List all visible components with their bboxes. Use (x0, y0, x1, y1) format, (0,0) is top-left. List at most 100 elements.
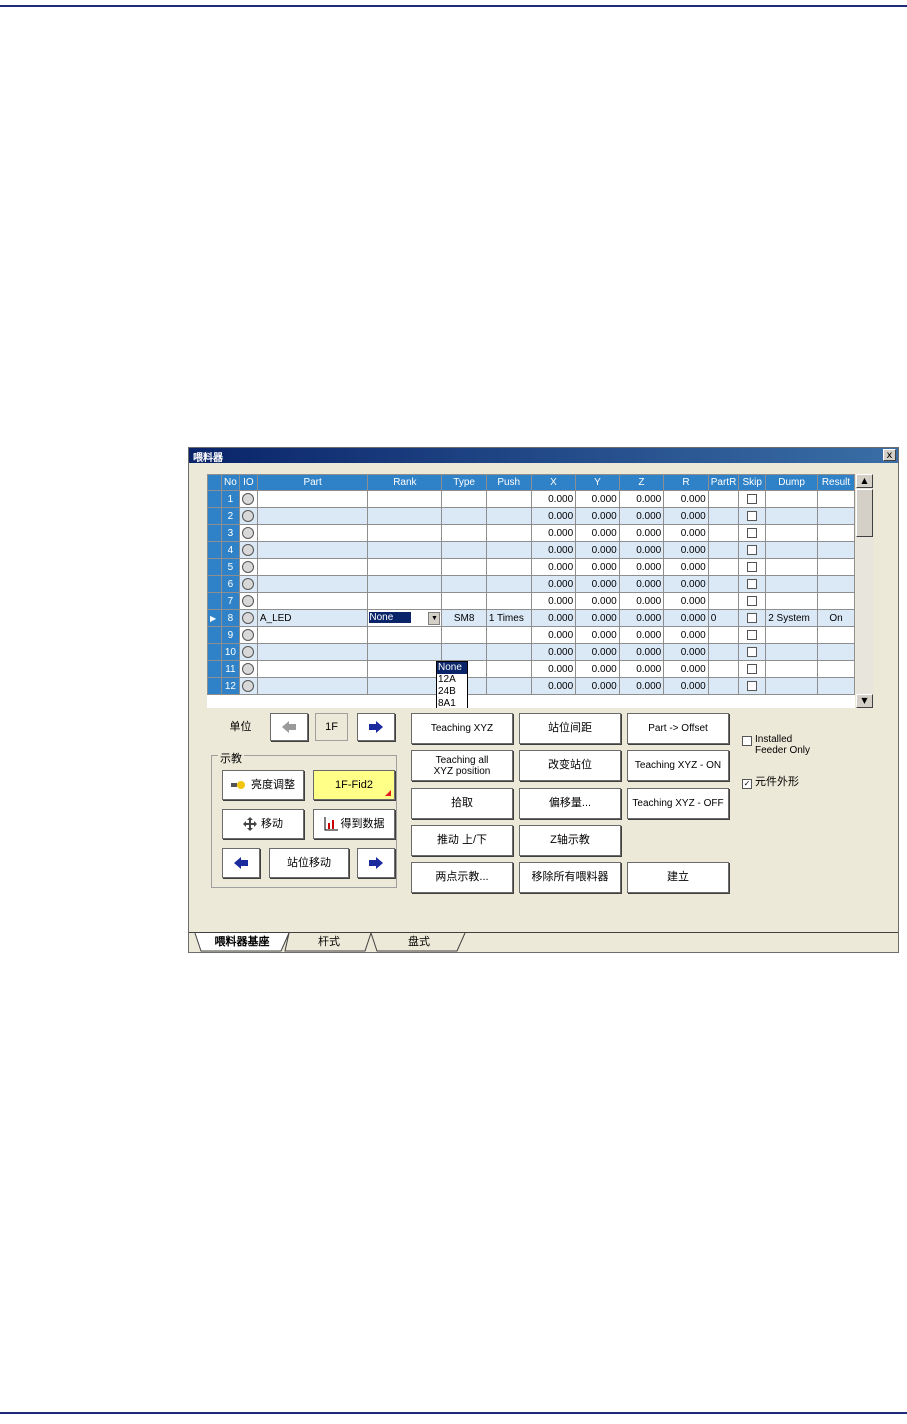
result-cell[interactable] (817, 660, 855, 678)
z-cell[interactable]: 0.000 (618, 626, 665, 644)
skip-cell[interactable] (738, 507, 767, 525)
dump-cell[interactable] (765, 507, 819, 525)
result-cell[interactable] (817, 490, 855, 508)
skip-cell[interactable] (738, 609, 767, 627)
partr-cell[interactable] (707, 541, 740, 559)
partr-cell[interactable] (707, 507, 740, 525)
rank-cell[interactable] (367, 490, 443, 508)
z-cell[interactable]: 0.000 (618, 541, 665, 559)
result-cell[interactable] (817, 643, 855, 661)
push-updown-button[interactable]: 推动 上/下 (411, 825, 513, 856)
skip-checkbox[interactable] (747, 680, 758, 691)
part-cell[interactable] (256, 677, 369, 695)
partr-cell[interactable] (707, 490, 740, 508)
skip-cell[interactable] (738, 660, 767, 678)
skip-checkbox[interactable] (747, 578, 758, 589)
column-header[interactable]: R (663, 474, 709, 491)
part-cell[interactable]: A_LED (256, 609, 369, 627)
column-header[interactable]: Part (256, 474, 369, 491)
station-move-button[interactable]: 站位移动 (269, 848, 349, 878)
skip-checkbox[interactable] (747, 493, 758, 504)
push-cell[interactable] (485, 541, 532, 559)
skip-checkbox[interactable] (747, 646, 758, 657)
push-cell[interactable] (485, 592, 532, 610)
rank-cell[interactable] (367, 643, 443, 661)
tab-stick[interactable]: 杆式 (289, 933, 369, 952)
partr-cell[interactable]: 0 (707, 609, 740, 627)
rank-cell[interactable] (367, 575, 443, 593)
table-row[interactable]: 6 0.000 0.000 0.000 0.000 (207, 575, 855, 593)
r-cell[interactable]: 0.000 (663, 643, 709, 661)
column-header[interactable]: Type (441, 474, 487, 491)
column-header[interactable]: Y (575, 474, 620, 491)
partr-cell[interactable] (707, 592, 740, 610)
rank-option[interactable]: None (437, 662, 467, 674)
r-cell[interactable]: 0.000 (663, 524, 709, 542)
z-cell[interactable]: 0.000 (618, 524, 665, 542)
row-selector[interactable] (207, 660, 222, 678)
type-cell[interactable]: SM8 (441, 609, 487, 627)
rank-cell[interactable] (367, 558, 443, 576)
y-cell[interactable]: 0.000 (575, 507, 620, 525)
x-cell[interactable]: 0.000 (530, 626, 577, 644)
y-cell[interactable]: 0.000 (575, 524, 620, 542)
next-floor-button[interactable] (357, 713, 395, 741)
x-cell[interactable]: 0.000 (530, 575, 577, 593)
part-offset-button[interactable]: Part -> Offset (627, 713, 729, 744)
table-row[interactable]: 12 0.000 0.000 0.000 0.000 (207, 677, 855, 695)
type-cell[interactable] (441, 524, 487, 542)
z-cell[interactable]: 0.000 (618, 592, 665, 610)
table-row[interactable]: 2 0.000 0.000 0.000 0.000 (207, 507, 855, 525)
dump-cell[interactable] (765, 626, 819, 644)
x-cell[interactable]: 0.000 (530, 507, 577, 525)
table-row[interactable]: 11 0.000 0.000 0.000 0.000 (207, 660, 855, 678)
skip-cell[interactable] (738, 677, 767, 695)
rank-cell[interactable] (367, 626, 443, 644)
column-header[interactable]: IO (238, 474, 258, 491)
column-header[interactable]: Z (618, 474, 665, 491)
row-selector[interactable] (207, 575, 222, 593)
part-cell[interactable] (256, 558, 369, 576)
push-cell[interactable] (485, 558, 532, 576)
part-cell[interactable] (256, 524, 369, 542)
x-cell[interactable]: 0.000 (530, 609, 577, 627)
x-cell[interactable]: 0.000 (530, 541, 577, 559)
skip-cell[interactable] (738, 490, 767, 508)
result-cell[interactable] (817, 541, 855, 559)
create-button[interactable]: 建立 (627, 862, 729, 893)
row-selector[interactable] (207, 490, 222, 508)
r-cell[interactable]: 0.000 (663, 592, 709, 610)
skip-cell[interactable] (738, 626, 767, 644)
z-cell[interactable]: 0.000 (618, 507, 665, 525)
result-cell[interactable] (817, 677, 855, 695)
push-cell[interactable] (485, 677, 532, 695)
r-cell[interactable]: 0.000 (663, 575, 709, 593)
rank-option[interactable]: 8A1 (437, 698, 467, 708)
prev-floor-button[interactable] (270, 713, 308, 741)
remove-all-feeders-button[interactable]: 移除所有喂料器 (519, 862, 621, 893)
get-data-button[interactable]: 得到数据 (313, 809, 395, 839)
row-selector[interactable] (207, 558, 222, 576)
teaching-on-button[interactable]: Teaching XYZ - ON (627, 750, 729, 781)
y-cell[interactable]: 0.000 (575, 592, 620, 610)
skip-checkbox[interactable] (747, 629, 758, 640)
push-cell[interactable] (485, 660, 532, 678)
result-cell[interactable] (817, 524, 855, 542)
two-point-teach-button[interactable]: 两点示教... (411, 862, 513, 893)
skip-cell[interactable] (738, 541, 767, 559)
checkbox-box[interactable]: ✓ (742, 779, 752, 789)
push-cell[interactable] (485, 524, 532, 542)
part-cell[interactable] (256, 541, 369, 559)
rank-dropdown-list[interactable]: None 12A 24B 8A1 (436, 661, 468, 708)
dump-cell[interactable] (765, 592, 819, 610)
partr-cell[interactable] (707, 643, 740, 661)
type-cell[interactable] (441, 558, 487, 576)
skip-checkbox[interactable] (747, 561, 758, 572)
rank-cell[interactable] (367, 592, 443, 610)
close-button[interactable]: x (883, 449, 896, 461)
row-selector[interactable] (207, 677, 222, 695)
column-header[interactable]: PartR (707, 474, 740, 491)
teaching-all-button[interactable]: Teaching all XYZ position (411, 750, 513, 781)
table-row[interactable]: 10 0.000 0.000 0.000 0.000 (207, 643, 855, 661)
skip-checkbox[interactable] (747, 663, 758, 674)
